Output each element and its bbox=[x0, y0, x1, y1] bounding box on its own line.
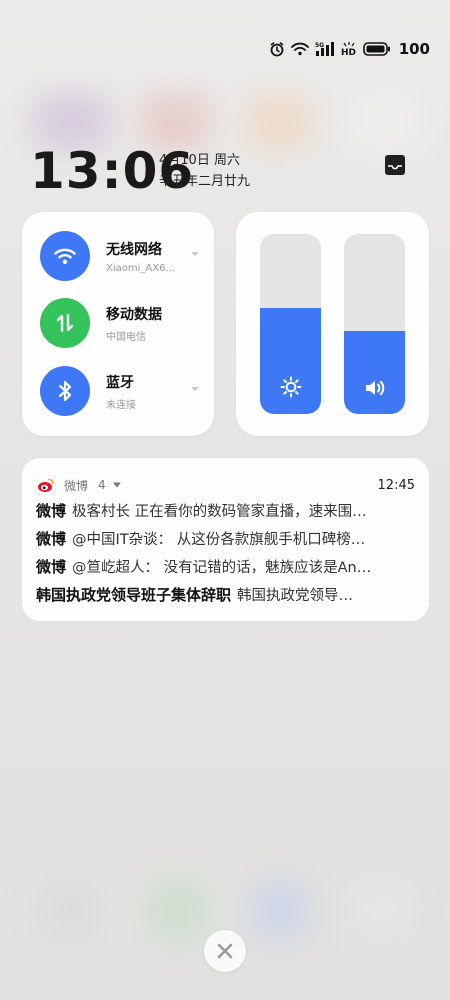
mobile-data-title: 移动数据 bbox=[106, 306, 162, 323]
volume-slider[interactable] bbox=[344, 234, 405, 414]
notification-tray-button[interactable] bbox=[384, 154, 406, 176]
clock-date-block[interactable]: 4月10日 周六 辛丑年二月廿九 bbox=[159, 150, 250, 192]
message-sender: 微博 bbox=[36, 502, 67, 520]
clear-all-button[interactable] bbox=[204, 930, 246, 972]
bluetooth-icon bbox=[58, 380, 72, 402]
brightness-slider[interactable] bbox=[260, 234, 321, 414]
battery-icon bbox=[362, 42, 391, 56]
signal-5g-icon: 5G bbox=[315, 41, 335, 57]
bluetooth-toggle[interactable]: 蓝牙 未连接 bbox=[40, 366, 210, 416]
mobile-data-icon bbox=[56, 313, 74, 333]
notification-message[interactable]: 韩国执政党领导班子集体辞职 韩国执政党领导… bbox=[36, 584, 407, 605]
wifi-toggle-circle[interactable] bbox=[40, 231, 90, 281]
clock-date: 4月10日 周六 bbox=[159, 153, 240, 168]
chevron-down-icon[interactable] bbox=[190, 251, 200, 257]
notification-count: 4 bbox=[98, 478, 106, 492]
backdrop-dock-blur bbox=[352, 880, 412, 940]
notification-header: 微博 4 12:45 bbox=[36, 475, 415, 495]
message-text: 极客村长 正在看你的数码管家直播，速来围… bbox=[72, 504, 367, 520]
svg-text:HD: HD bbox=[341, 48, 356, 57]
status-bar: 5G HD 100 bbox=[269, 36, 430, 62]
expand-chevron-icon[interactable] bbox=[112, 482, 122, 488]
message-text: 韩国执政党领导… bbox=[237, 588, 354, 604]
mobile-carrier-name: 中国电信 bbox=[106, 331, 146, 343]
inbox-icon bbox=[385, 155, 405, 175]
wifi-icon bbox=[290, 42, 309, 56]
message-sender: 韩国执政党领导班子集体辞职 bbox=[36, 586, 232, 604]
volume-icon bbox=[365, 380, 384, 396]
weibo-app-icon bbox=[36, 475, 56, 495]
notification-message[interactable]: 微博 极客村长 正在看你的数码管家直播，速来围… bbox=[36, 500, 407, 521]
notification-time: 12:45 bbox=[377, 477, 415, 493]
wifi-toggle[interactable]: 无线网络 Xiaomi_AX6… bbox=[40, 231, 210, 281]
sliders-card bbox=[236, 212, 429, 436]
brightness-icon bbox=[280, 376, 301, 398]
chevron-down-icon[interactable] bbox=[190, 386, 200, 392]
backdrop-dock-blur bbox=[148, 880, 208, 940]
connectivity-card: 无线网络 Xiaomi_AX6… 移动数据 中国电信 蓝牙 未连接 bbox=[22, 212, 214, 436]
battery-level: 100 bbox=[398, 40, 430, 58]
backdrop-app-blur bbox=[244, 92, 314, 152]
close-icon bbox=[217, 943, 233, 959]
bluetooth-toggle-circle[interactable] bbox=[40, 366, 90, 416]
svg-text:5G: 5G bbox=[315, 42, 324, 49]
backdrop-app-blur bbox=[350, 92, 420, 152]
message-sender: 微博 bbox=[36, 558, 67, 576]
message-text: @笪屹超人： 没有记错的话，魅族应该是An… bbox=[72, 560, 372, 576]
message-sender: 微博 bbox=[36, 530, 67, 548]
notification-app-name: 微博 bbox=[64, 478, 89, 493]
wifi-icon bbox=[54, 248, 76, 264]
notification-message[interactable]: 微博 @笪屹超人： 没有记错的话，魅族应该是An… bbox=[36, 556, 407, 577]
wifi-title: 无线网络 bbox=[106, 241, 162, 258]
backdrop-dock-blur bbox=[40, 880, 100, 940]
wifi-network-name: Xiaomi_AX6… bbox=[106, 262, 176, 274]
volume-slider-fill bbox=[344, 331, 405, 414]
bluetooth-title: 蓝牙 bbox=[106, 374, 134, 391]
bluetooth-status: 未连接 bbox=[106, 399, 136, 411]
weibo-notification[interactable]: 微博 4 12:45 微博 极客村长 正在看你的数码管家直播，速来围… 微博 @中国… bbox=[22, 458, 429, 621]
hd-icon: HD bbox=[341, 41, 357, 57]
alarm-icon bbox=[269, 41, 285, 57]
mobile-data-toggle-circle[interactable] bbox=[40, 298, 90, 348]
backdrop-dock-blur bbox=[250, 880, 310, 940]
clock-lunar-date: 辛丑年二月廿九 bbox=[159, 174, 251, 189]
mobile-data-toggle[interactable]: 移动数据 中国电信 bbox=[40, 298, 210, 348]
message-text: @中国IT杂谈： 从这份各款旗舰手机口碑榜… bbox=[72, 532, 366, 548]
brightness-slider-fill bbox=[260, 307, 321, 414]
notification-message[interactable]: 微博 @中国IT杂谈： 从这份各款旗舰手机口碑榜… bbox=[36, 528, 407, 549]
